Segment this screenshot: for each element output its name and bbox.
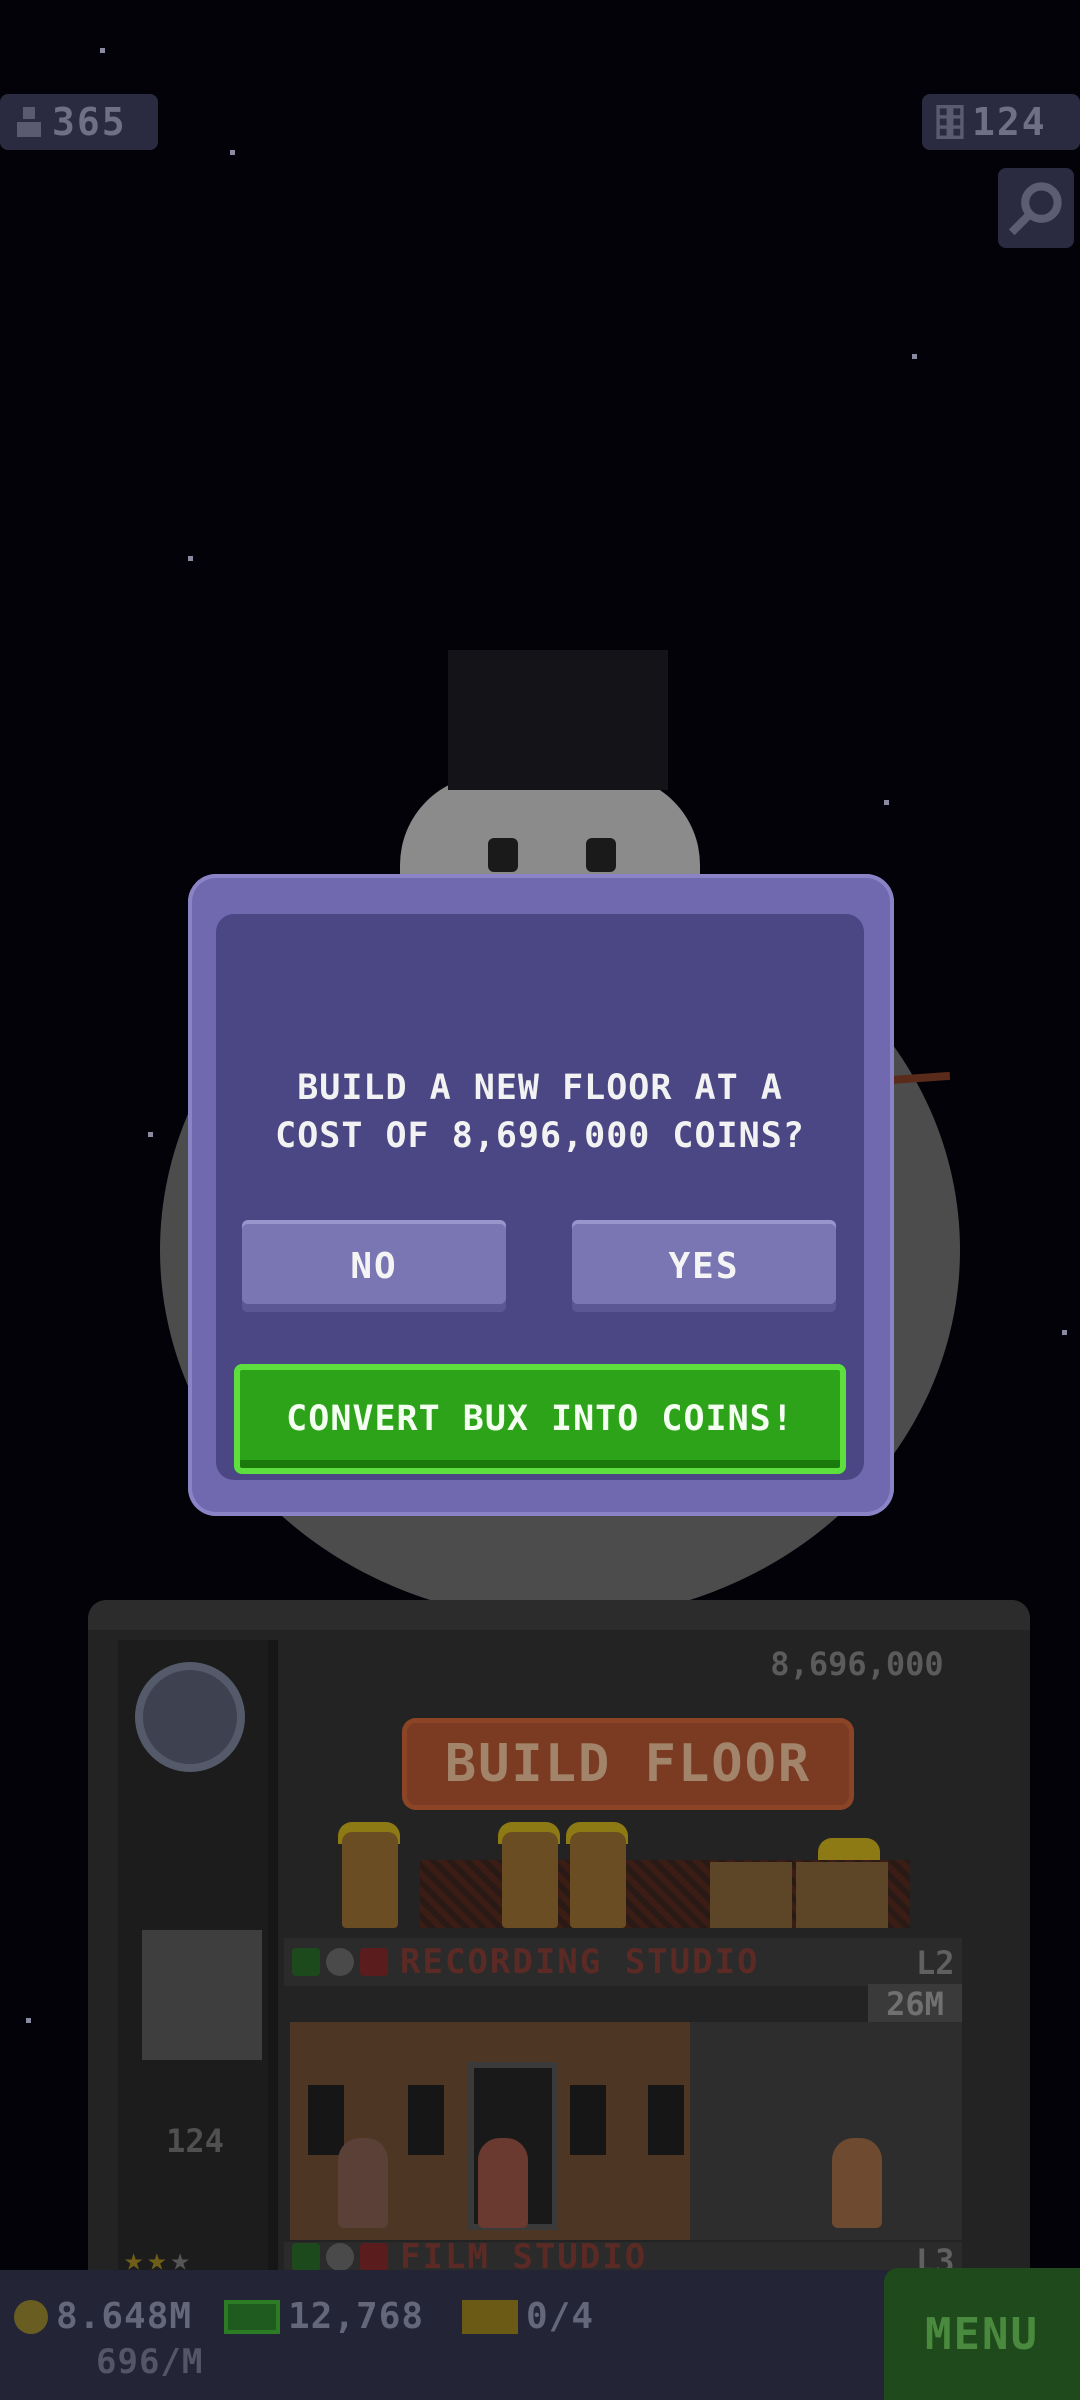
check-icon (292, 1948, 320, 1976)
elevator-pulley-icon (135, 1662, 245, 1772)
person-icon (17, 107, 41, 137)
resident[interactable] (338, 2138, 388, 2228)
floor-name: RECORDING STUDIO (400, 1942, 760, 1982)
magnifier-icon (1009, 182, 1062, 235)
floor-bar-film-studio[interactable]: FILM STUDIO (284, 2242, 962, 2272)
population-counter[interactable]: 365 (0, 94, 158, 150)
next-floor-cost: 8,696,000 (770, 1645, 944, 1683)
coins-value: 8.648M (56, 2296, 193, 2337)
hard-hat-icon (818, 1838, 880, 1860)
close-icon (360, 2243, 388, 2271)
star (148, 1132, 153, 1137)
population-value: 365 (52, 100, 127, 144)
tickets-stat[interactable]: 0/4 (462, 2296, 594, 2337)
floor-count-value: 124 (972, 100, 1047, 144)
star (188, 556, 193, 561)
star (912, 354, 917, 359)
dialog-message-line2: COST OF 8,696,000 COINS? (275, 1116, 805, 1156)
window (570, 2085, 606, 2155)
check-icon (292, 2243, 320, 2271)
clock-icon (326, 2243, 354, 2271)
star (1062, 1330, 1067, 1335)
elevator-car[interactable] (142, 1930, 262, 2060)
construction-worker (570, 1832, 626, 1928)
search-button[interactable] (998, 168, 1074, 248)
window (648, 2085, 684, 2155)
studio-set (690, 2022, 962, 2240)
floor-level: L3 (916, 2242, 955, 2270)
star (230, 150, 235, 155)
bux-stat[interactable]: 12,768 (224, 2296, 424, 2337)
crate (796, 1862, 888, 1928)
dialog-message-line1: BUILD A NEW FLOOR AT A (297, 1068, 783, 1108)
build-floor-sign[interactable]: BUILD FLOOR (402, 1718, 854, 1810)
resident[interactable] (478, 2138, 528, 2228)
elevator-floor-number: 124 (166, 2122, 224, 2160)
snowman-hat (448, 650, 668, 790)
ticket-icon (462, 2299, 518, 2334)
close-icon (360, 1948, 388, 1976)
tickets-value: 0/4 (526, 2296, 595, 2337)
dialog-message: BUILD A NEW FLOOR AT A COST OF 8,696,000… (216, 1064, 864, 1160)
snowman-eye (488, 838, 518, 872)
coin-rate: 696/M (96, 2342, 204, 2382)
coins-stat[interactable]: 8.648M (14, 2296, 192, 2337)
bux-value: 12,768 (288, 2296, 425, 2337)
construction-worker (502, 1832, 558, 1928)
star (26, 2018, 31, 2023)
star (100, 48, 105, 53)
building-icon (936, 105, 964, 139)
floor-name: FILM STUDIO (400, 2242, 648, 2272)
resident[interactable] (832, 2138, 882, 2228)
coin-icon (14, 2299, 48, 2334)
game-stage[interactable]: 365 124 124 8,696,000 BUILD FLOOR RECORD… (0, 0, 1080, 2400)
snowman-eye (586, 838, 616, 872)
window (308, 2085, 344, 2155)
clock-icon (326, 1948, 354, 1976)
no-button[interactable]: NO (242, 1220, 506, 1312)
convert-bux-button[interactable]: CONVERT BUX INTO COINS! (234, 1364, 846, 1474)
window (408, 2085, 444, 2155)
floor-level: L2 (916, 1944, 955, 1982)
construction-worker (342, 1832, 398, 1928)
menu-button[interactable]: MENU (884, 2268, 1080, 2400)
floor-bar-recording-studio[interactable]: RECORDING STUDIO (284, 1938, 962, 1986)
floor-cost: 26M (868, 1984, 962, 2024)
crate (710, 1862, 792, 1928)
bux-icon (224, 2299, 280, 2334)
star (884, 800, 889, 805)
yes-button[interactable]: YES (572, 1220, 836, 1312)
floor-counter[interactable]: 124 (922, 94, 1080, 150)
